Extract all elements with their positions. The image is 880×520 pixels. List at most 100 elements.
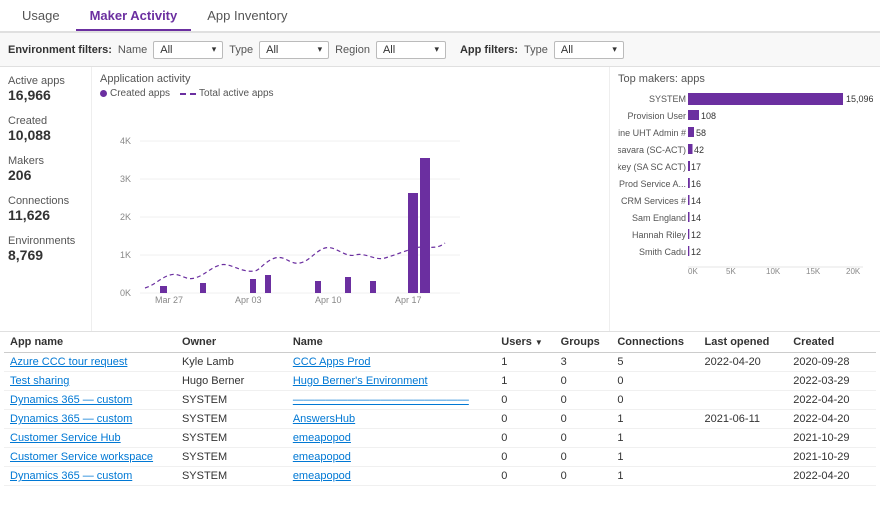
cell-app-name[interactable]: Azure CCC tour request — [4, 353, 176, 372]
cell-name[interactable]: ———————————————— — [287, 391, 495, 410]
cell-groups: 0 — [555, 372, 612, 391]
cell-groups: 0 — [555, 429, 612, 448]
stat-makers-label: Makers — [8, 155, 83, 167]
cell-name[interactable]: emeapopod — [287, 448, 495, 467]
svg-text:2K: 2K — [120, 212, 131, 222]
cell-name[interactable]: AnswersHub — [287, 410, 495, 429]
table-row: Customer Service HubSYSTEMemeapopod00120… — [4, 429, 876, 448]
cell-app-name[interactable]: Customer Service workspace — [4, 448, 176, 467]
svg-text:15K: 15K — [806, 267, 821, 276]
region-filter-label: Region — [335, 44, 370, 56]
table-row: Test sharingHugo BernerHugo Berner's Env… — [4, 372, 876, 391]
stat-created-value: 10,088 — [8, 127, 83, 143]
table-row: Dynamics 365 — customSYSTEM—————————————… — [4, 391, 876, 410]
cell-groups: 0 — [555, 467, 612, 486]
name-filter-label: Name — [118, 44, 147, 56]
cell-created: 2021-10-29 — [787, 429, 876, 448]
filters-row: Environment filters: Name All ▾ Type All… — [0, 33, 880, 67]
table-row: Dynamics 365 — customSYSTEMemeapopod0012… — [4, 467, 876, 486]
cell-name[interactable]: CCC Apps Prod — [287, 353, 495, 372]
cell-connections: 0 — [611, 391, 698, 410]
cell-connections: 5 — [611, 353, 698, 372]
cell-last-opened — [699, 391, 788, 410]
cell-users: 0 — [495, 391, 554, 410]
cell-app-name[interactable]: Customer Service Hub — [4, 429, 176, 448]
region-filter-select[interactable]: All ▾ — [376, 41, 446, 59]
svg-text:Apr 17: Apr 17 — [395, 295, 422, 305]
stat-active-apps-value: 16,966 — [8, 87, 83, 103]
cell-last-opened: 2022-04-20 — [699, 353, 788, 372]
app-type-filter-label: Type — [524, 44, 548, 56]
stat-created: Created 10,088 — [8, 115, 83, 143]
svg-text:SYSTEM: SYSTEM — [649, 94, 686, 104]
cell-users: 0 — [495, 467, 554, 486]
cell-connections: 1 — [611, 410, 698, 429]
svg-text:14: 14 — [691, 213, 701, 223]
bar-chart-title: Top makers: apps — [618, 73, 872, 85]
cell-created: 2022-03-29 — [787, 372, 876, 391]
cell-users: 1 — [495, 372, 554, 391]
type-filter-select[interactable]: All ▾ — [259, 41, 329, 59]
stat-environments-label: Environments — [8, 235, 83, 247]
table-row: Dynamics 365 — customSYSTEMAnswersHub001… — [4, 410, 876, 429]
tab-maker-activity[interactable]: Maker Activity — [76, 2, 192, 31]
cell-name[interactable]: Hugo Berner's Environment — [287, 372, 495, 391]
app-type-filter-select[interactable]: All ▾ — [554, 41, 624, 59]
cell-owner: Hugo Berner — [176, 372, 287, 391]
cell-app-name[interactable]: Dynamics 365 — custom — [4, 467, 176, 486]
region-chevron-icon: ▾ — [434, 44, 439, 55]
cell-groups: 0 — [555, 391, 612, 410]
svg-text:Apr 03: Apr 03 — [235, 295, 262, 305]
cell-app-name[interactable]: Test sharing — [4, 372, 176, 391]
app-type-chevron-icon: ▾ — [612, 44, 617, 55]
cell-connections: 0 — [611, 372, 698, 391]
name-chevron-icon: ▾ — [212, 44, 217, 55]
cell-name[interactable]: emeapopod — [287, 467, 495, 486]
cell-owner: SYSTEM — [176, 467, 287, 486]
legend-dash-icon — [180, 93, 196, 95]
stat-connections-value: 11,626 — [8, 207, 83, 223]
tab-bar: Usage Maker Activity App Inventory — [0, 0, 880, 33]
legend-total: Total active apps — [180, 88, 274, 99]
stat-connections-label: Connections — [8, 195, 83, 207]
top-section: Active apps 16,966 Created 10,088 Makers… — [0, 67, 880, 332]
legend-created: Created apps — [100, 88, 170, 99]
cell-users: 0 — [495, 448, 554, 467]
cell-owner: SYSTEM — [176, 410, 287, 429]
col-users[interactable]: Users ▼ — [495, 332, 554, 353]
stat-connections: Connections 11,626 — [8, 195, 83, 223]
cell-app-name[interactable]: Dynamics 365 — custom — [4, 410, 176, 429]
cell-name[interactable]: emeapopod — [287, 429, 495, 448]
svg-text:Apr 10: Apr 10 — [315, 295, 342, 305]
svg-text:Mike Hickey (SA SC ACT): Mike Hickey (SA SC ACT) — [618, 162, 686, 172]
svg-text:CRM Online UHT Admin #: CRM Online UHT Admin # — [618, 128, 686, 138]
cell-app-name[interactable]: Dynamics 365 — custom — [4, 391, 176, 410]
table-section: App name Owner Name Users ▼ Groups Conne… — [0, 332, 880, 517]
environment-filters-label: Environment filters: — [8, 44, 112, 56]
cell-groups: 0 — [555, 410, 612, 429]
app-filters-label: App filters: — [460, 44, 518, 56]
chart-legend: Created apps Total active apps — [100, 88, 601, 99]
data-table: App name Owner Name Users ▼ Groups Conne… — [4, 332, 876, 486]
cell-owner: SYSTEM — [176, 448, 287, 467]
tab-app-inventory[interactable]: App Inventory — [193, 2, 301, 31]
bar-chart-area: Top makers: apps SYSTEM 15,096 Provision… — [610, 67, 880, 331]
cell-connections: 1 — [611, 448, 698, 467]
cell-users: 0 — [495, 410, 554, 429]
svg-text:0K: 0K — [120, 288, 131, 298]
cell-groups: 0 — [555, 448, 612, 467]
tab-usage[interactable]: Usage — [8, 2, 74, 31]
cell-groups: 3 — [555, 353, 612, 372]
cell-owner: SYSTEM — [176, 429, 287, 448]
name-filter-select[interactable]: All ▾ — [153, 41, 223, 59]
svg-text:20K: 20K — [846, 267, 861, 276]
cell-last-opened — [699, 372, 788, 391]
svg-text:Sriderr Kasavara (SC-ACT): Sriderr Kasavara (SC-ACT) — [618, 145, 686, 155]
col-created: Created — [787, 332, 876, 353]
legend-dot-icon — [100, 90, 107, 97]
cell-created: 2022-04-20 — [787, 467, 876, 486]
table-row: Customer Service workspaceSYSTEMemeapopo… — [4, 448, 876, 467]
stat-created-label: Created — [8, 115, 83, 127]
cell-created: 2021-10-29 — [787, 448, 876, 467]
svg-text:Sam England: Sam England — [632, 213, 686, 223]
